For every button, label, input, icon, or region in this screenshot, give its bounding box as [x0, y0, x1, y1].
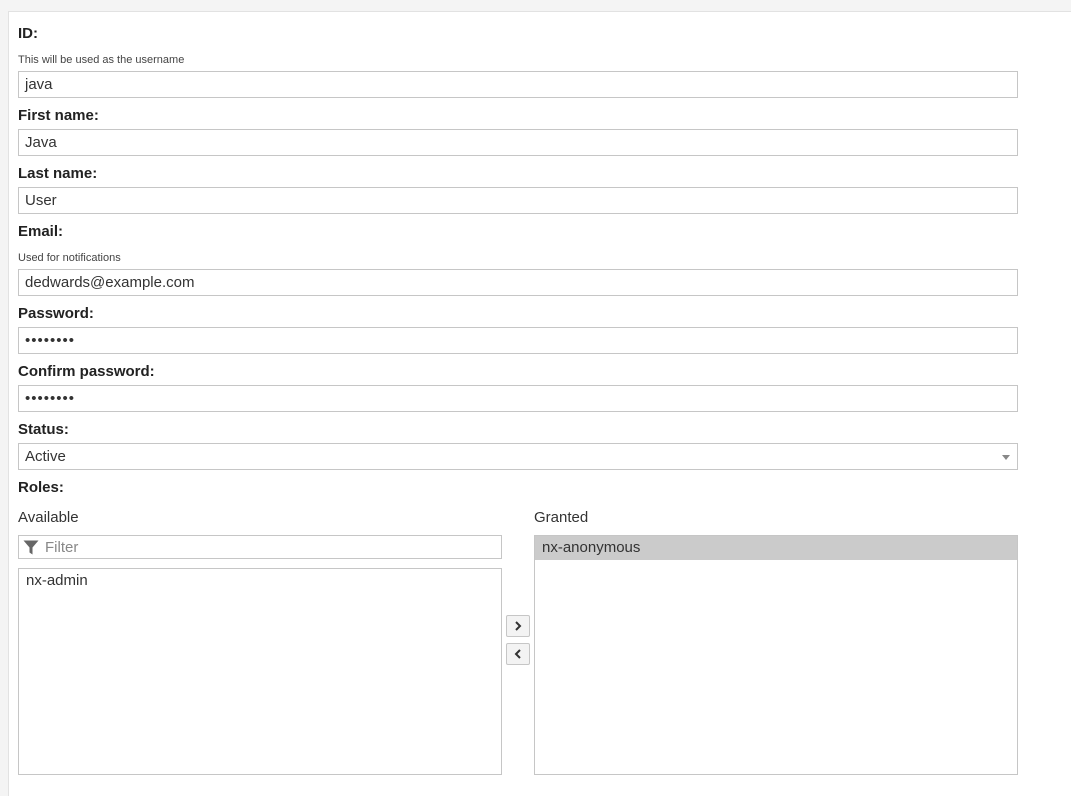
available-roles-list[interactable]: nx-admin: [18, 568, 502, 775]
first-name-label: First name:: [18, 107, 99, 124]
status-label: Status:: [18, 421, 69, 438]
email-field[interactable]: dedwards@example.com: [18, 269, 1018, 296]
last-name-field[interactable]: User: [18, 187, 1018, 214]
grant-role-button[interactable]: [506, 615, 530, 637]
email-help-text: Used for notifications: [18, 252, 121, 264]
chevron-left-icon: [514, 649, 521, 659]
granted-roles-heading: Granted: [534, 509, 589, 526]
available-roles-heading: Available: [18, 509, 79, 526]
password-label: Password:: [18, 305, 94, 322]
id-field[interactable]: java: [18, 71, 1018, 98]
confirm-password-label: Confirm password:: [18, 363, 155, 380]
last-name-label: Last name:: [18, 165, 98, 182]
granted-role-item[interactable]: nx-anonymous: [535, 536, 1017, 560]
email-label: Email:: [18, 223, 64, 240]
roles-filter-input[interactable]: Filter: [18, 535, 502, 559]
password-field[interactable]: ••••••••: [18, 327, 1018, 354]
roles-label: Roles:: [18, 479, 64, 496]
chevron-right-icon: [515, 621, 522, 631]
filter-icon: [23, 540, 39, 555]
revoke-role-button[interactable]: [506, 643, 530, 665]
id-label: ID:: [18, 25, 38, 42]
confirm-password-field[interactable]: ••••••••: [18, 385, 1018, 412]
granted-roles-list[interactable]: nx-anonymous: [534, 535, 1018, 775]
first-name-field[interactable]: Java: [18, 129, 1018, 156]
id-help-text: This will be used as the username: [18, 54, 185, 66]
status-select-value: Active: [25, 448, 66, 465]
chevron-down-icon[interactable]: [1002, 455, 1010, 460]
status-select[interactable]: Active: [18, 443, 1018, 470]
filter-placeholder: Filter: [45, 539, 79, 556]
available-role-item[interactable]: nx-admin: [19, 569, 501, 593]
